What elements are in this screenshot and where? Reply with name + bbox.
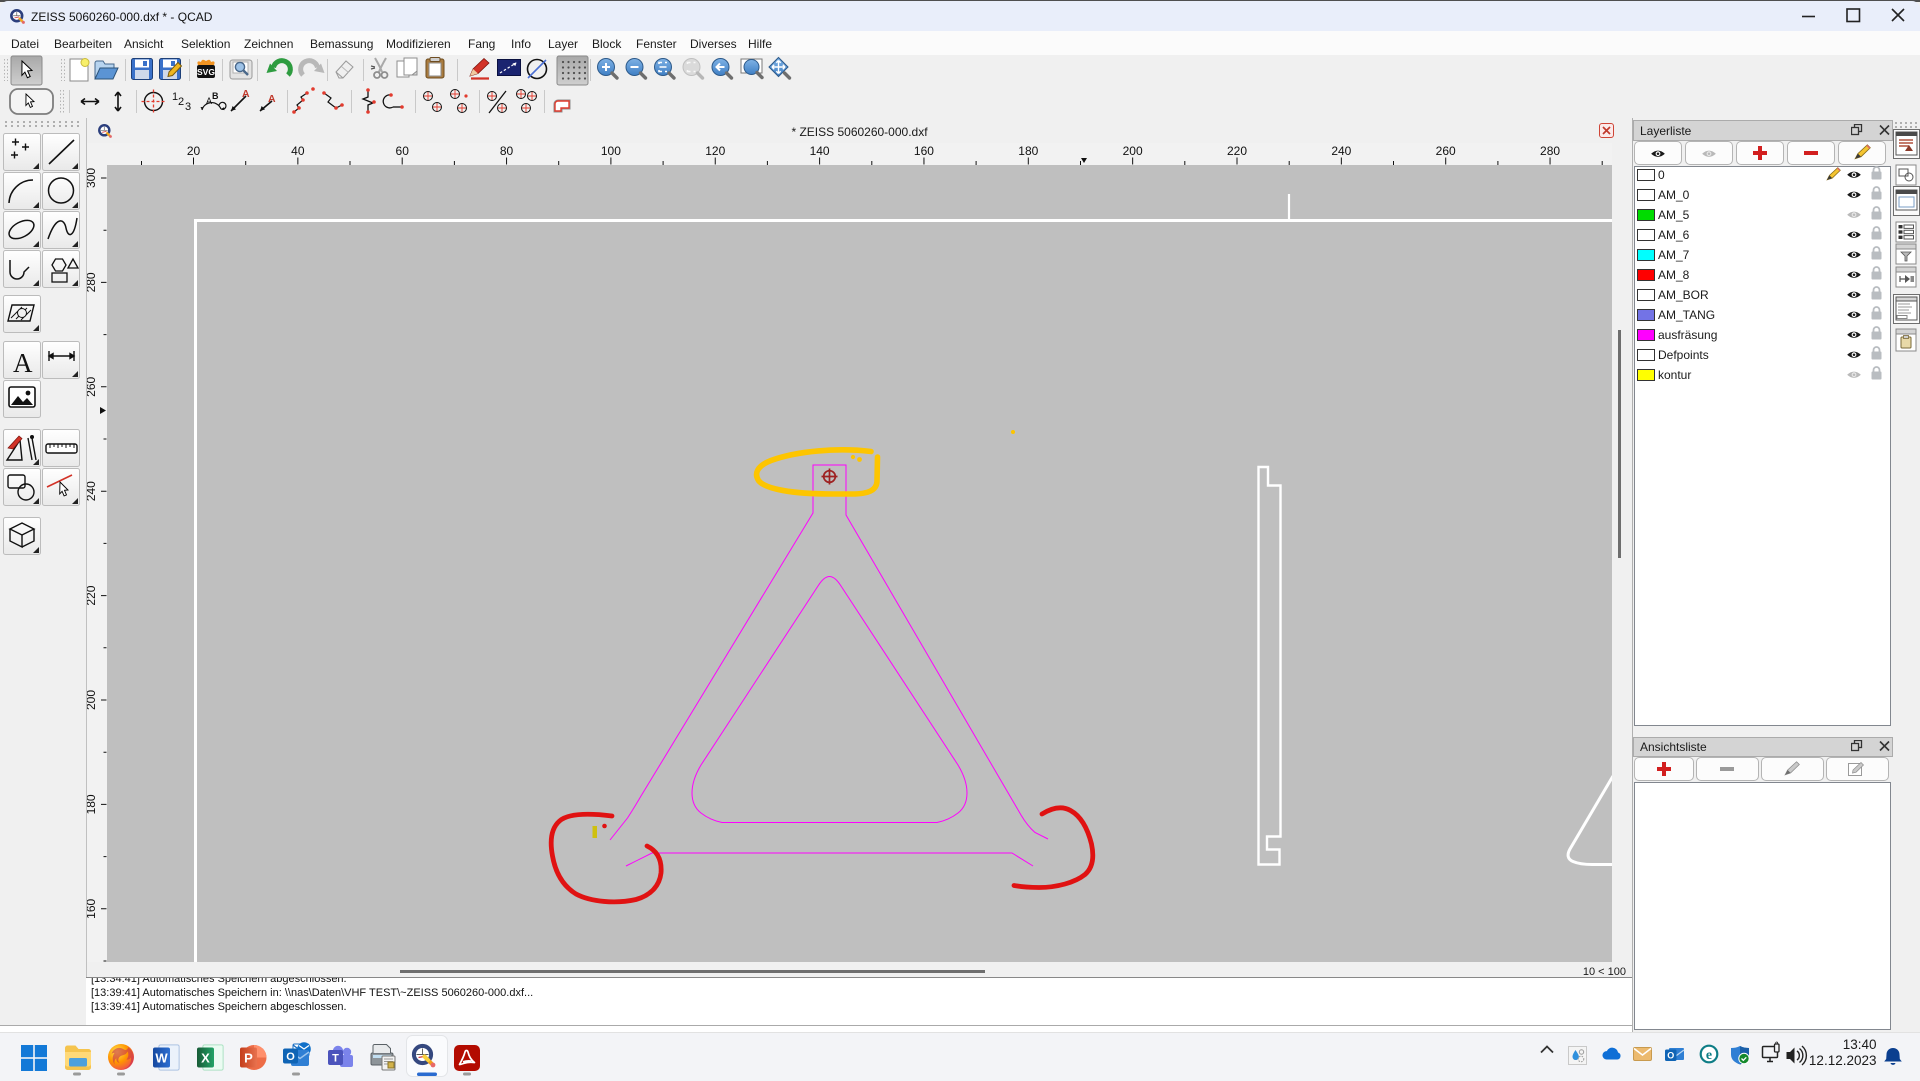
svg-text:A: A [242,88,250,100]
svg-text:T: T [332,1052,339,1064]
svg-text:220: 220 [1227,144,1247,158]
svg-text:180: 180 [87,794,98,814]
svg-text:O: O [1667,1051,1674,1061]
svg-text:e: e [1706,1048,1712,1063]
svg-text:13:40: 13:40 [1843,1037,1877,1052]
svg-text:40: 40 [291,144,305,158]
svg-text:160: 160 [87,898,98,918]
svg-text:80: 80 [500,144,514,158]
svg-text:B: B [212,91,219,101]
svg-text:100: 100 [601,144,621,158]
svg-text:O: O [286,1051,295,1063]
svg-text:3: 3 [185,101,191,113]
svg-text:20: 20 [187,144,201,158]
svg-text:160: 160 [914,144,934,158]
svg-text:260: 260 [1436,144,1456,158]
svg-text:2: 2 [178,96,184,108]
svg-text:60: 60 [396,144,410,158]
svg-text:180: 180 [1018,144,1038,158]
svg-text:280: 280 [87,272,98,292]
svg-text:120: 120 [705,144,725,158]
svg-text:SVG: SVG [197,67,215,77]
svg-text:240: 240 [87,481,98,501]
svg-text:A: A [268,93,276,105]
svg-text:12.12.2023: 12.12.2023 [1809,1053,1877,1068]
svg-text:200: 200 [87,690,98,710]
svg-text:200: 200 [1123,144,1143,158]
svg-text:W: W [155,1051,168,1066]
svg-text:X: X [201,1051,210,1066]
svg-text:240: 240 [1331,144,1351,158]
svg-text:300: 300 [87,168,98,188]
svg-text:P: P [244,1051,253,1066]
svg-text:220: 220 [87,585,98,605]
svg-text:280: 280 [1540,144,1560,158]
svg-text:260: 260 [87,376,98,396]
svg-text:A: A [13,348,33,378]
svg-text:140: 140 [810,144,830,158]
